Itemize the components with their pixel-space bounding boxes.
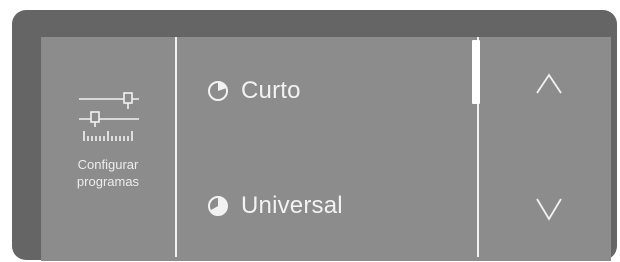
left-divider xyxy=(175,37,177,257)
pie-universal-icon xyxy=(207,195,229,217)
program-label-universal: Universal xyxy=(241,192,343,219)
scroll-down-button[interactable] xyxy=(529,189,569,229)
chevron-up-icon xyxy=(536,73,562,94)
scroll-thumb[interactable] xyxy=(472,40,480,104)
configure-programs-label-line1: Configurar xyxy=(77,157,139,172)
program-label-curto: Curto xyxy=(241,77,301,104)
configure-programs-label-line2: programas xyxy=(76,174,140,189)
program-item-curto[interactable]: Curto xyxy=(207,71,301,111)
display-bezel: Configurar programas Curto Universal xyxy=(12,10,617,261)
display-screen: Configurar programas Curto Universal xyxy=(41,37,611,261)
configure-programs-button[interactable]: Configurar programas xyxy=(41,37,175,261)
sliders-settings-icon xyxy=(79,92,139,141)
configure-programs-label: Configurar programas xyxy=(41,156,175,190)
program-item-universal[interactable]: Universal xyxy=(207,186,343,226)
chevron-down-icon xyxy=(536,198,562,221)
scroll-up-button[interactable] xyxy=(529,63,569,103)
pie-short-icon xyxy=(207,80,229,102)
